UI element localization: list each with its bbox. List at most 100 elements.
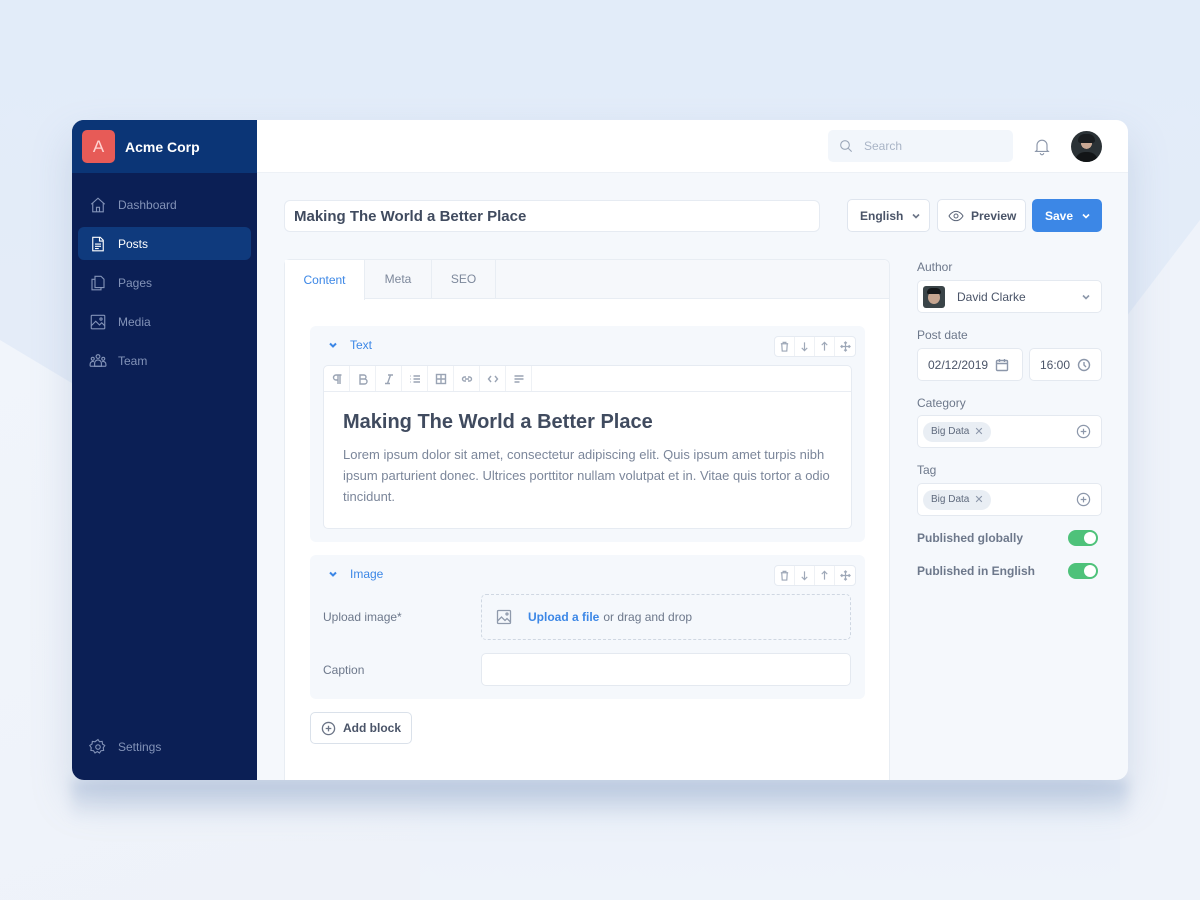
block-title: Image (350, 567, 384, 581)
block-actions (774, 336, 856, 357)
image-block-toggle[interactable]: Image (328, 567, 383, 581)
move-up-button[interactable] (815, 337, 835, 356)
bold-button[interactable] (350, 366, 376, 391)
table-icon (435, 373, 446, 384)
sidebar-item-posts[interactable]: Posts (78, 227, 251, 260)
category-chip: Big Data ✕ (923, 421, 991, 442)
brand-name: Acme Corp (125, 138, 200, 155)
author-select[interactable]: David Clarke (917, 280, 1102, 313)
italic-button[interactable] (376, 366, 402, 391)
user-avatar[interactable] (1071, 131, 1102, 162)
text-block-toggle[interactable]: Text (328, 338, 372, 352)
editor-tabs: Content Meta SEO (285, 260, 889, 300)
notifications-button[interactable] (1032, 136, 1052, 156)
move-down-button[interactable] (795, 566, 815, 585)
delete-block-button[interactable] (775, 337, 795, 356)
tag-input[interactable]: Big Data ✕ (917, 483, 1102, 516)
search-input[interactable]: Search (828, 130, 1013, 162)
category-label: Category (917, 396, 966, 410)
text-block: Text Making The World a Better Place Lor… (310, 326, 865, 542)
eye-icon (948, 210, 964, 221)
save-button[interactable]: Save (1032, 199, 1102, 232)
editor-content[interactable]: Making The World a Better Place Lorem ip… (324, 392, 851, 507)
app-window: A Acme Corp Dashboard Posts Pages Media (72, 120, 1128, 780)
sidebar-item-team[interactable]: Team (78, 344, 251, 377)
language-select[interactable]: English (847, 199, 930, 232)
code-icon (487, 375, 498, 382)
published-globally-label: Published globally (917, 531, 1024, 545)
time-value: 16:00 (1040, 357, 1071, 372)
bell-icon (1034, 139, 1050, 156)
preview-label: Preview (971, 208, 1017, 223)
table-button[interactable] (428, 366, 454, 391)
arrow-down-icon (801, 342, 808, 352)
drag-handle[interactable] (835, 566, 855, 585)
chip-label: Big Data (931, 494, 970, 505)
preview-button[interactable]: Preview (937, 199, 1026, 232)
move-down-button[interactable] (795, 337, 815, 356)
sidebar-item-media[interactable]: Media (78, 305, 251, 338)
move-icon (839, 570, 851, 581)
remove-chip-icon[interactable]: ✕ (974, 493, 983, 506)
plus-circle-icon[interactable] (1076, 424, 1091, 439)
image-icon (90, 314, 106, 329)
tag-chip: Big Data ✕ (923, 489, 991, 510)
list-icon (410, 374, 420, 383)
list-button[interactable] (402, 366, 428, 391)
post-title-input[interactable]: Making The World a Better Place (284, 200, 820, 232)
chevron-down-icon (1082, 294, 1090, 300)
link-button[interactable] (454, 366, 480, 391)
brand[interactable]: A Acme Corp (72, 120, 257, 173)
sidebar: A Acme Corp Dashboard Posts Pages Media (72, 120, 257, 780)
plus-circle-icon[interactable] (1076, 492, 1091, 507)
tab-seo[interactable]: SEO (432, 260, 496, 298)
add-block-label: Add block (343, 721, 402, 735)
arrow-up-icon (821, 570, 828, 580)
calendar-icon (995, 358, 1009, 371)
add-block-button[interactable]: Add block (310, 712, 412, 744)
tab-content[interactable]: Content (285, 260, 365, 300)
caption-label: Caption (323, 662, 365, 677)
content-paragraph: Lorem ipsum dolor sit amet, consectetur … (343, 447, 830, 504)
document-icon (92, 236, 104, 251)
category-input[interactable]: Big Data ✕ (917, 415, 1102, 448)
date-input[interactable]: 02/12/2019 (917, 348, 1023, 381)
published-english-row: Published in English (917, 563, 1102, 579)
rich-text-editor: Making The World a Better Place Lorem ip… (323, 365, 852, 529)
save-label: Save (1045, 208, 1074, 223)
paragraph-button[interactable] (324, 366, 350, 391)
paragraph-icon (332, 373, 341, 384)
sidebar-item-dashboard[interactable]: Dashboard (78, 188, 251, 221)
language-value: English (860, 208, 904, 223)
upload-file-link[interactable]: Upload a file (528, 610, 599, 624)
upload-row: Upload image* Upload a file or drag and … (323, 594, 851, 640)
sidebar-item-label: Settings (118, 739, 162, 754)
remove-chip-icon[interactable]: ✕ (974, 425, 983, 438)
sidebar-item-pages[interactable]: Pages (78, 266, 251, 299)
caption-input[interactable] (481, 653, 851, 686)
team-icon (89, 353, 107, 367)
pages-icon (91, 275, 105, 290)
published-english-label: Published in English (917, 564, 1036, 578)
tab-meta[interactable]: Meta (365, 260, 432, 298)
published-globally-row: Published globally (917, 530, 1102, 546)
published-english-toggle[interactable] (1068, 563, 1098, 579)
brand-logo: A (82, 130, 115, 163)
align-button[interactable] (506, 366, 532, 391)
chevron-down-icon (1082, 213, 1090, 219)
background-shape (1120, 220, 1200, 900)
clock-icon (1077, 358, 1091, 371)
published-globally-toggle[interactable] (1068, 530, 1098, 546)
code-button[interactable] (480, 366, 506, 391)
editor-panel: Content Meta SEO Text Making The World a… (284, 259, 890, 780)
time-input[interactable]: 16:00 (1029, 348, 1102, 381)
drag-handle[interactable] (835, 337, 855, 356)
trash-icon (780, 341, 789, 352)
delete-block-button[interactable] (775, 566, 795, 585)
upload-dropzone[interactable]: Upload a file or drag and drop (481, 594, 851, 640)
move-up-button[interactable] (815, 566, 835, 585)
author-name: David Clarke (957, 289, 1026, 304)
content-heading: Making The World a Better Place (343, 411, 653, 433)
sidebar-item-settings[interactable]: Settings (78, 730, 251, 763)
move-icon (839, 341, 851, 352)
